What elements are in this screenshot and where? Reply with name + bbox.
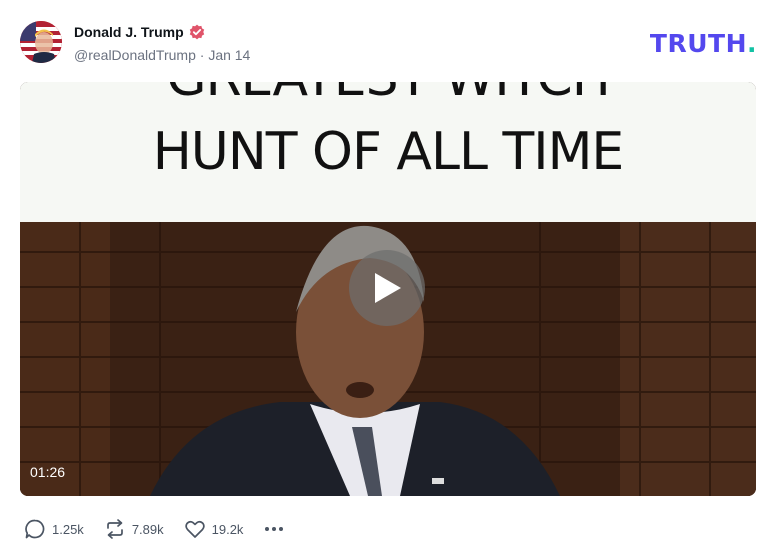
post-actions: 1.25k 7.89k 19.2k [24,517,305,541]
verified-badge-icon [189,24,204,40]
author-name[interactable]: Donald J. Trump [74,24,205,40]
reply-count: 1.25k [52,521,84,537]
truth-logo-dot: . [747,29,757,58]
truth-logo-text: TRUTH [649,29,747,58]
more-horizontal-icon [265,527,284,531]
repost-icon [106,519,123,539]
post-header: Donald J. Trump @realDonaldTrump · Jan 1… [20,21,757,65]
author-handle[interactable]: @realDonaldTrump [74,47,196,63]
heart-icon [184,520,205,538]
post-date[interactable]: Jan 14 [208,47,250,63]
reply-button[interactable]: 1.25k [24,518,84,540]
video-duration: 01:26 [30,464,66,480]
truth-logo[interactable]: TRUTH. [650,29,757,58]
retruth-count: 7.89k [131,521,164,537]
comment-icon [25,519,45,539]
play-button[interactable] [349,250,425,326]
like-button[interactable]: 19.2k [184,518,244,540]
like-count: 19.2k [211,521,244,537]
avatar[interactable] [20,21,62,63]
video-player[interactable]: GREATEST WITCH HUNT OF ALL TIME [20,82,756,496]
caption-line-1: GREATEST WITCH [20,82,756,108]
caption-line-2: HUNT OF ALL TIME [152,122,625,182]
author-name-text[interactable]: Donald J. Trump [74,24,184,40]
retruth-button[interactable]: 7.89k [104,518,164,540]
video-caption-panel: GREATEST WITCH HUNT OF ALL TIME [20,82,756,222]
handle-line: @realDonaldTrump · Jan 14 [74,47,250,63]
avatar-image [20,21,62,63]
play-icon [375,273,401,303]
more-options-button[interactable] [263,518,285,540]
separator-dot: · [199,47,205,63]
